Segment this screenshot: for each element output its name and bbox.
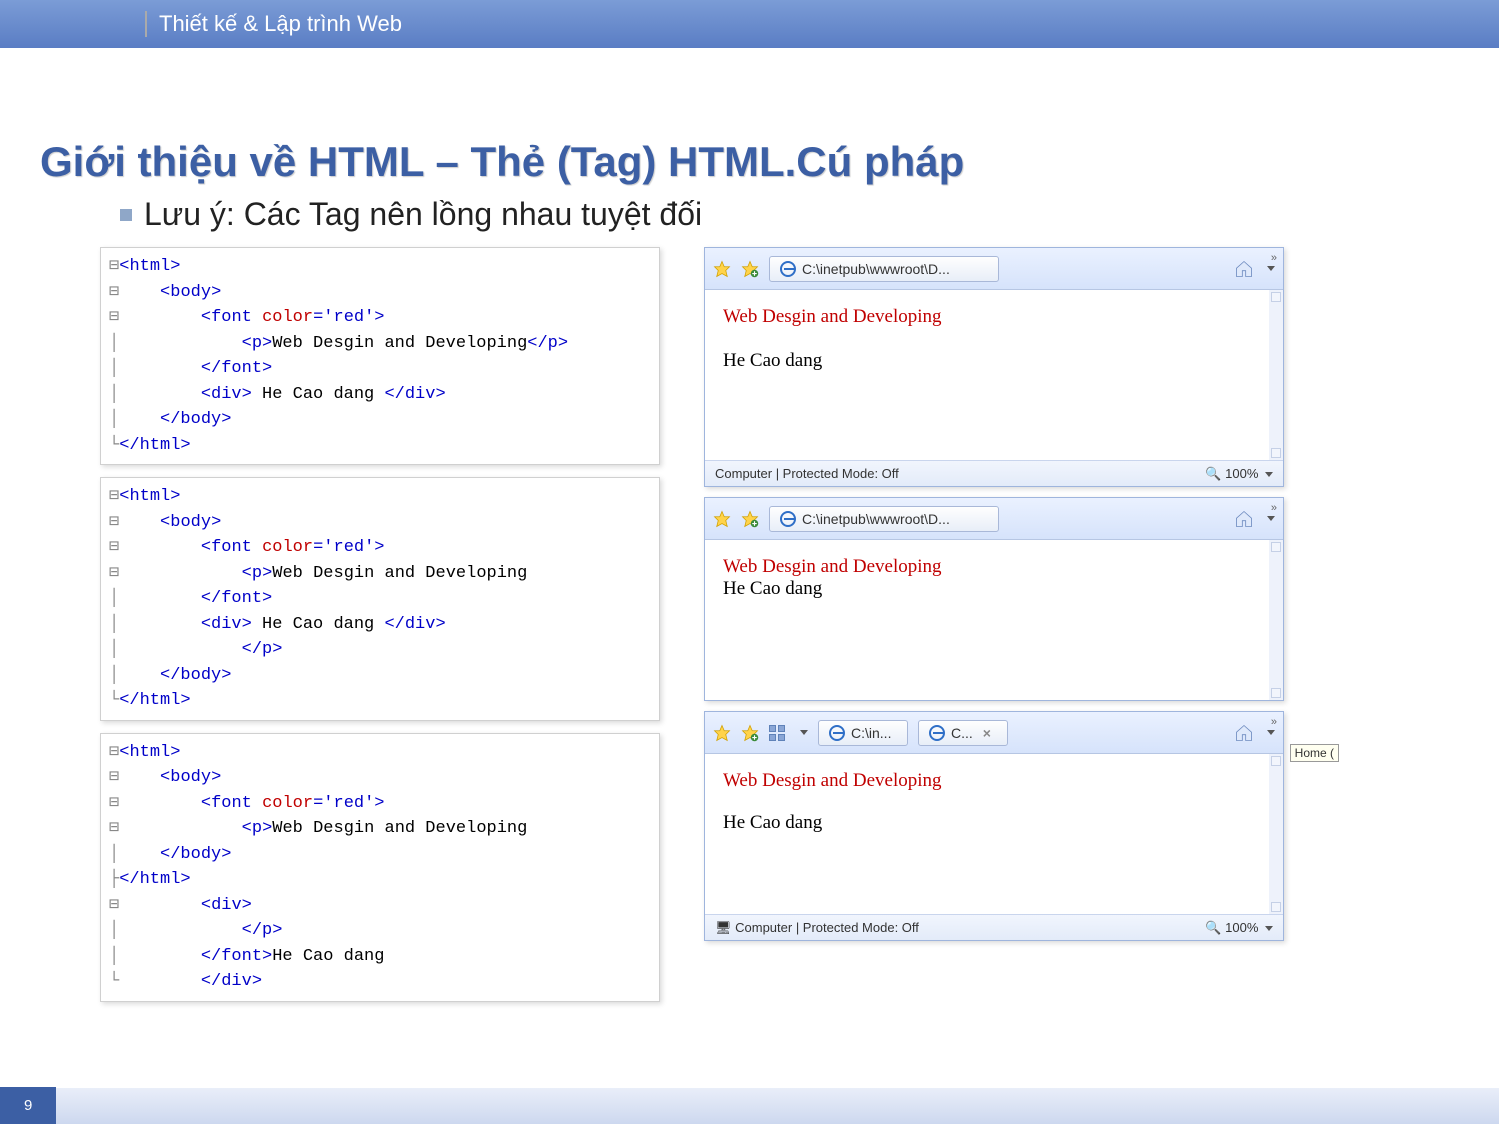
quick-tabs-dropdown-icon[interactable]	[800, 730, 808, 735]
ie-logo-icon	[780, 511, 796, 527]
browser-preview-1: C:\inetpub\wwwroot\D... » Web Desgin and…	[704, 247, 1284, 487]
rendered-line-2: He Cao dang	[723, 350, 1251, 372]
home-dropdown-icon[interactable]	[1267, 266, 1275, 271]
rendered-line-1: Web Desgin and Developing	[723, 770, 1251, 792]
slide-title: Giới thiệu về HTML – Thẻ (Tag) HTML.Cú p…	[0, 48, 1499, 196]
browser-preview-3: C:\in... C... × » Home ( Web Desgin and	[704, 711, 1284, 941]
scroll-down-icon[interactable]	[1271, 448, 1281, 458]
add-favorite-icon[interactable]	[741, 260, 759, 278]
rendered-line-2: He Cao dang	[723, 578, 1251, 600]
browser-tab[interactable]: C:\inetpub\wwwroot\D...	[769, 256, 999, 282]
browser-viewport: Web Desgin and Developing He Cao dang	[705, 540, 1283, 700]
tab-close-icon[interactable]: ×	[983, 725, 991, 741]
home-tooltip: Home (	[1290, 744, 1339, 762]
status-security-label: Computer | Protected Mode: Off	[715, 466, 899, 481]
ie-toolbar: C:\inetpub\wwwroot\D... »	[705, 498, 1283, 540]
scroll-up-icon[interactable]	[1271, 756, 1281, 766]
browser-tab[interactable]: C:\inetpub\wwwroot\D...	[769, 506, 999, 532]
home-icon[interactable]	[1234, 509, 1254, 529]
footer-strip	[0, 1088, 1499, 1124]
browser-column: C:\inetpub\wwwroot\D... » Web Desgin and…	[704, 247, 1284, 1002]
tab-path-label: C:\inetpub\wwwroot\D...	[802, 511, 950, 527]
toolbar-overflow-icon[interactable]: »	[1271, 502, 1277, 514]
bullet-text: Lưu ý: Các Tag nên lồng nhau tuyệt đối	[144, 196, 702, 233]
ie-toolbar: C:\in... C... × » Home (	[705, 712, 1283, 754]
ie-logo-icon	[929, 725, 945, 741]
ie-statusbar: Computer | Protected Mode: Off 🔍 100%	[705, 460, 1283, 486]
ie-statusbar: 🖥 Computer | Protected Mode: Off 🔍 100%	[705, 914, 1283, 940]
browser-tab-2-active[interactable]: C... ×	[918, 720, 1008, 746]
toolbar-overflow-icon[interactable]: »	[1271, 716, 1277, 728]
slide-bullet: Lưu ý: Các Tag nên lồng nhau tuyệt đối	[0, 196, 1499, 233]
add-favorite-icon[interactable]	[741, 724, 759, 742]
scroll-down-icon[interactable]	[1271, 688, 1281, 698]
bullet-square-icon	[120, 209, 132, 221]
scroll-up-icon[interactable]	[1271, 292, 1281, 302]
status-zoom[interactable]: 🔍 100%	[1205, 920, 1273, 936]
rendered-line-2: He Cao dang	[723, 812, 1251, 834]
tab-path-label: C:\in...	[851, 725, 891, 741]
toolbar-overflow-icon[interactable]: »	[1271, 252, 1277, 264]
favorites-star-icon[interactable]	[713, 724, 731, 742]
tab-path-label: C:\inetpub\wwwroot\D...	[802, 261, 950, 277]
page-number: 9	[0, 1087, 56, 1124]
header-banner: Thiết kế & Lập trình Web	[0, 0, 1499, 48]
scroll-down-icon[interactable]	[1271, 902, 1281, 912]
code-block-2: ⊟<html> ⊟ <body> ⊟ <font color='red'> ⊟ …	[100, 477, 660, 721]
ie-logo-icon	[780, 261, 796, 277]
scroll-up-icon[interactable]	[1271, 542, 1281, 552]
home-icon[interactable]	[1234, 723, 1254, 743]
code-block-3: ⊟<html> ⊟ <body> ⊟ <font color='red'> ⊟ …	[100, 733, 660, 1002]
tab-path-label: C...	[951, 725, 973, 741]
browser-preview-2: C:\inetpub\wwwroot\D... » Web Desgin and…	[704, 497, 1284, 701]
rendered-line-1: Web Desgin and Developing	[723, 556, 1251, 578]
rendered-line-1: Web Desgin and Developing	[723, 306, 1251, 328]
code-column: ⊟<html> ⊟ <body> ⊟ <font color='red'> │ …	[100, 247, 660, 1002]
favorites-star-icon[interactable]	[713, 510, 731, 528]
course-title: Thiết kế & Lập trình Web	[145, 11, 402, 37]
home-dropdown-icon[interactable]	[1267, 516, 1275, 521]
favorites-star-icon[interactable]	[713, 260, 731, 278]
browser-tab-1[interactable]: C:\in...	[818, 720, 908, 746]
home-icon[interactable]	[1234, 259, 1254, 279]
status-security-label: 🖥 Computer | Protected Mode: Off	[715, 920, 919, 936]
ie-toolbar: C:\inetpub\wwwroot\D... »	[705, 248, 1283, 290]
add-favorite-icon[interactable]	[741, 510, 759, 528]
status-zoom[interactable]: 🔍 100%	[1205, 466, 1273, 482]
browser-viewport: Web Desgin and Developing He Cao dang	[705, 754, 1283, 914]
browser-viewport: Web Desgin and Developing He Cao dang	[705, 290, 1283, 460]
ie-logo-icon	[829, 725, 845, 741]
quick-tabs-icon[interactable]	[769, 725, 787, 741]
home-dropdown-icon[interactable]	[1267, 730, 1275, 735]
content-row: ⊟<html> ⊟ <body> ⊟ <font color='red'> │ …	[0, 247, 1499, 1002]
code-block-1: ⊟<html> ⊟ <body> ⊟ <font color='red'> │ …	[100, 247, 660, 465]
